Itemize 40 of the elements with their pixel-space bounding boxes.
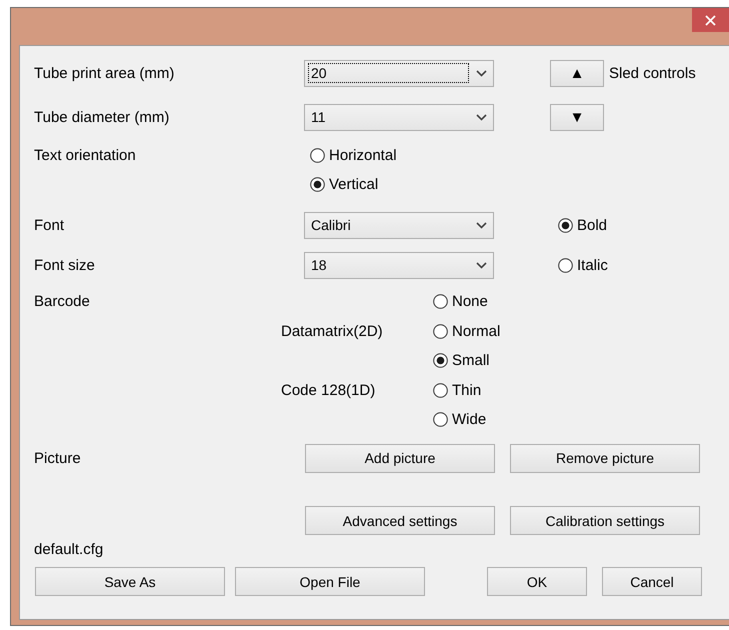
close-button[interactable]: [692, 8, 729, 32]
settings-button[interactable]: Calibration settings: [510, 506, 700, 535]
field-label: Barcode: [34, 292, 91, 310]
field-label: Code 128(1D): [281, 382, 376, 398]
chevron-down-icon: [476, 262, 487, 268]
dropdown[interactable]: 11: [304, 104, 494, 130]
field-label: Tube diameter (mm): [34, 108, 170, 126]
radio-button[interactable]: Wide: [433, 410, 550, 428]
file-button[interactable]: Open File: [235, 567, 425, 596]
field-label: Tube print area (mm): [34, 64, 176, 82]
chevron-down-icon: [476, 70, 487, 76]
dialog-button[interactable]: OK: [487, 567, 587, 596]
radio-button[interactable]: Horizontal: [310, 146, 494, 164]
sled-controls-label: Sled controls: [609, 64, 697, 82]
radio-button[interactable]: Vertical: [310, 176, 494, 192]
radio-button[interactable]: Italic: [558, 256, 724, 274]
field-label: Datamatrix(2D): [281, 322, 384, 340]
chevron-down-icon: [476, 114, 487, 120]
field-label: Picture: [34, 450, 82, 466]
dialog-button[interactable]: Cancel: [602, 567, 702, 596]
close-icon: [705, 14, 716, 26]
dropdown[interactable]: 18: [304, 252, 494, 278]
dropdown[interactable]: Calibri: [304, 212, 494, 238]
dropdown[interactable]: 20: [304, 60, 494, 86]
field-label: Font: [34, 216, 66, 234]
radio-button[interactable]: None: [433, 292, 550, 310]
picture-button[interactable]: Add picture: [305, 444, 495, 472]
field-label: Font size: [34, 256, 96, 274]
sled-button[interactable]: ▲: [550, 60, 604, 86]
settings-button[interactable]: Advanced settings: [305, 506, 495, 535]
field-label: Text orientation: [34, 146, 137, 164]
picture-button[interactable]: Remove picture: [510, 444, 700, 472]
chevron-down-icon: [476, 222, 487, 228]
radio-button[interactable]: Thin: [433, 382, 550, 398]
config-file-name: default.cfg: [34, 542, 104, 558]
radio-button[interactable]: Bold: [558, 216, 724, 234]
sled-button[interactable]: ▼: [550, 104, 604, 130]
radio-button[interactable]: Small: [433, 352, 550, 368]
radio-button[interactable]: Normal: [433, 322, 550, 340]
file-button[interactable]: Save As: [35, 567, 225, 596]
